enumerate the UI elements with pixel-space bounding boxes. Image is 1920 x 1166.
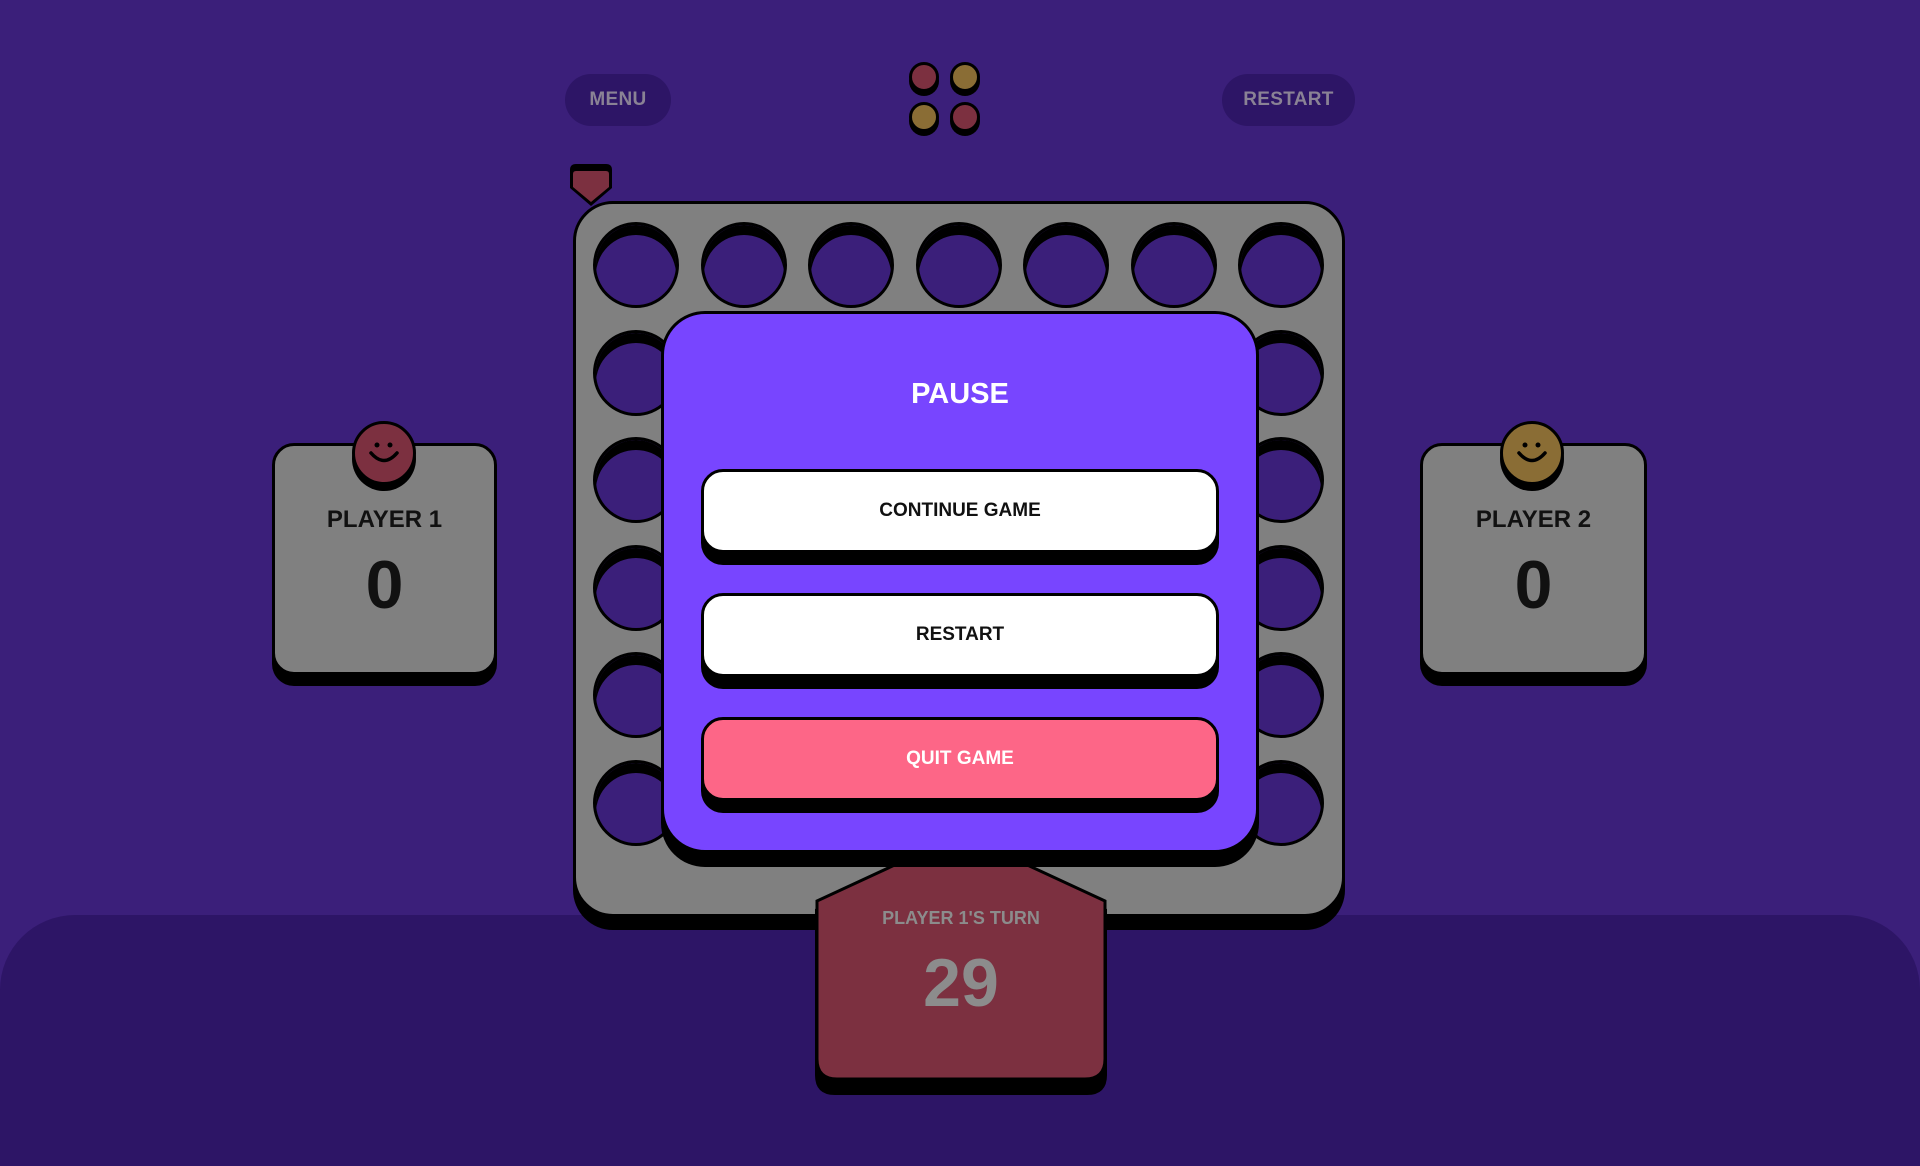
board-hole[interactable] [1238,222,1324,308]
quit-game-button[interactable]: QUIT GAME [701,717,1219,801]
pause-title: PAUSE [911,378,1009,410]
restart-game-button[interactable]: RESTART [701,593,1219,677]
logo-red-dot [950,102,980,132]
smiley-face-icon [352,421,416,485]
player1-score: 0 [365,547,404,623]
turn-timer: 29 [923,945,999,1021]
smiley-face-icon [1500,421,1564,485]
board-hole[interactable] [1023,222,1109,308]
player2-name: PLAYER 2 [1475,506,1592,533]
board-hole[interactable] [700,222,787,308]
logo-yellow-dot [950,62,980,92]
board-hole[interactable] [1130,222,1217,308]
board-hole[interactable] [808,222,894,308]
connect-four-logo-icon [909,62,983,138]
restart-button[interactable]: RESTART [1222,74,1355,126]
board-hole[interactable] [915,222,1002,308]
continue-game-button[interactable]: CONTINUE GAME [701,469,1219,553]
player1-name: PLAYER 1 [326,506,443,533]
menu-button[interactable]: MENU [565,74,671,126]
logo-red-dot [909,62,939,92]
logo-yellow-dot [909,102,939,132]
turn-label: PLAYER 1'S TURN [882,908,1040,928]
board-hole[interactable] [593,222,679,308]
player2-score: 0 [1514,547,1553,623]
